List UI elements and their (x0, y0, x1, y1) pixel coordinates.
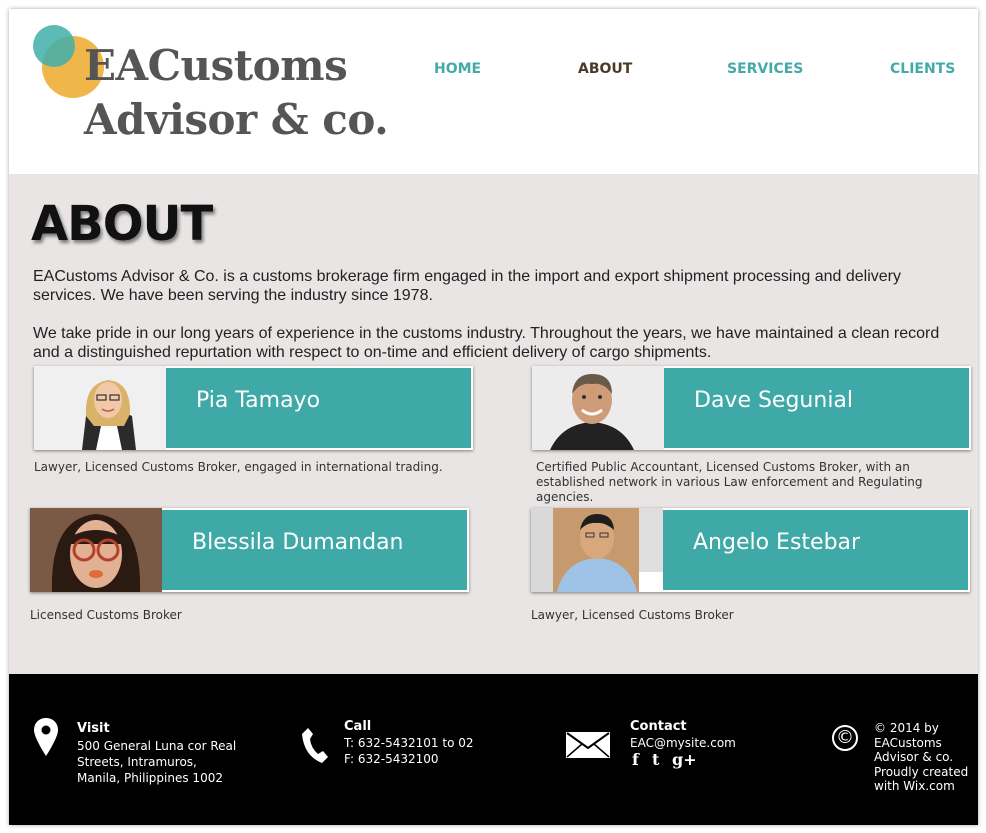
site-header: EACustoms Advisor & co. HOME ABOUT SERVI… (9, 9, 978, 174)
copyright-line: Proudly created (874, 764, 969, 779)
copyright-text: © 2014 by EACustoms Advisor & co. Proudl… (874, 721, 968, 794)
team-name: Dave Segunial (694, 388, 854, 413)
site-logo[interactable]: EACustoms Advisor & co. (84, 39, 389, 147)
nav-about[interactable]: ABOUT (578, 61, 632, 77)
name-bar-angelo: Angelo Estebar (663, 508, 970, 592)
phone-icon (302, 728, 328, 763)
visit-address-line-2: Streets, Intramuros, (77, 755, 197, 769)
map-pin-icon (34, 718, 58, 756)
logo-line-1: EACustoms (84, 41, 348, 90)
team-desc-pia: Lawyer, Licensed Customs Broker, engaged… (34, 460, 443, 474)
photo-dave (532, 366, 664, 450)
logo-circle-teal (33, 25, 75, 67)
contact-email[interactable]: EAC@mysite.com (630, 735, 736, 751)
about-paragraph-2: We take pride in our long years of exper… (33, 325, 940, 361)
photo-blessila (30, 508, 162, 592)
visit-title: Visit (77, 721, 110, 736)
logo-line-2: Advisor & co. (84, 95, 389, 144)
copyright-symbol: © (836, 727, 854, 748)
visit-address-line-3: Manila, Philippines 1002 (77, 771, 223, 785)
about-paragraph-1: EACustoms Advisor & Co. is a customs bro… (33, 268, 901, 304)
name-bar-pia: Pia Tamayo (166, 366, 473, 450)
google-plus-icon[interactable]: g+ (672, 750, 697, 769)
page-title: ABOUT (31, 196, 213, 252)
call-phone[interactable]: T: 632-5432101 to 02 (344, 735, 474, 751)
team-name: Pia Tamayo (196, 388, 321, 413)
name-bar-dave: Dave Segunial (664, 366, 971, 450)
page-frame: EACustoms Advisor & co. HOME ABOUT SERVI… (9, 9, 978, 825)
facebook-icon[interactable]: f (632, 750, 639, 769)
copyright-line[interactable]: with Wix.com (874, 779, 968, 794)
team-card-dave[interactable]: Dave Segunial (532, 366, 971, 450)
team-name: Angelo Estebar (693, 530, 861, 555)
team-card-angelo[interactable]: Angelo Estebar (531, 508, 970, 592)
name-bar-blessila: Blessila Dumandan (162, 508, 469, 592)
contact-title: Contact (630, 719, 687, 734)
visit-address-line-1: 500 General Luna cor Real (77, 739, 237, 753)
copyright-line: © 2014 by (874, 721, 939, 735)
team-name: Blessila Dumandan (192, 530, 404, 555)
copyright-icon: © (832, 725, 858, 751)
twitter-icon[interactable]: t (652, 750, 659, 769)
envelope-icon (566, 732, 610, 758)
team-desc-blessila: Licensed Customs Broker (30, 608, 182, 622)
call-title: Call (344, 719, 372, 734)
main-content: ABOUT EACustoms Advisor & Co. is a custo… (9, 174, 978, 674)
team-card-pia[interactable]: Pia Tamayo (34, 366, 473, 450)
nav-home[interactable]: HOME (434, 61, 481, 77)
team-desc-dave: Certified Public Accountant, Licensed Cu… (536, 460, 923, 504)
site-footer: Visit 500 General Luna cor Real Streets,… (9, 674, 978, 825)
team-card-blessila[interactable]: Blessila Dumandan (30, 508, 469, 592)
nav-services[interactable]: SERVICES (727, 61, 803, 77)
team-desc-angelo: Lawyer, Licensed Customs Broker (531, 608, 734, 622)
call-fax: F: 632-5432100 (344, 752, 439, 766)
copyright-line: Advisor & co. (874, 750, 954, 764)
photo-pia (34, 366, 166, 450)
nav-clients[interactable]: CLIENTS (890, 61, 955, 77)
photo-angelo (531, 508, 663, 592)
copyright-line: EACustoms (874, 735, 942, 750)
